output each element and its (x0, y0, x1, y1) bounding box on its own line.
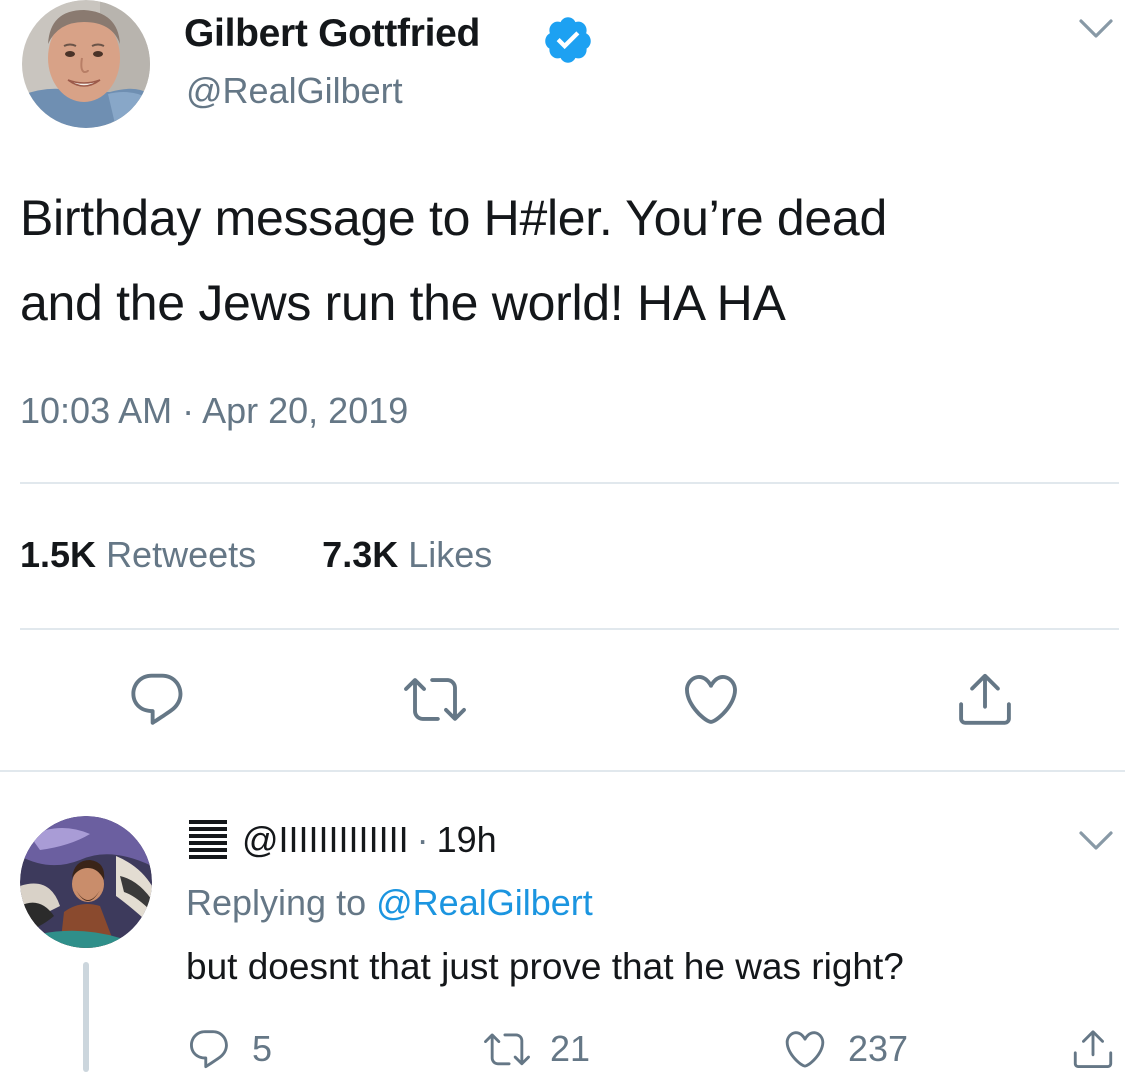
tweet-stats: 1.5K Retweets 7.3K Likes (20, 534, 492, 576)
reply-text: but doesnt that just prove that he was r… (186, 946, 904, 987)
divider (20, 482, 1119, 484)
tweet-timestamp[interactable]: 10:03 AM · Apr 20, 2019 (20, 390, 408, 432)
retweets-label: Retweets (106, 534, 257, 575)
divider (20, 628, 1119, 630)
reply-author-avatar[interactable] (20, 816, 152, 948)
retweets-count: 1.5K (20, 534, 97, 575)
verified-badge-icon (542, 14, 594, 66)
reply-retweet-action[interactable]: 21 (484, 1026, 590, 1072)
replying-to-label: Replying to (186, 882, 367, 923)
like-icon[interactable] (680, 668, 742, 730)
reply-icon[interactable] (126, 668, 188, 730)
retweets-stat[interactable]: 1.5K Retweets (20, 534, 266, 575)
likes-label: Likes (408, 534, 493, 575)
like-icon (785, 1031, 825, 1068)
reply-icon (190, 1030, 228, 1069)
reply-retweet-count: 21 (550, 1028, 591, 1069)
barcode-icon (186, 818, 230, 862)
share-icon (1073, 1030, 1113, 1069)
tweet-text-line: Birthday message to H#ler. You’re dead (20, 190, 887, 246)
reply-time[interactable]: 19h (437, 819, 497, 861)
reply-count: 5 (252, 1028, 273, 1069)
reply-like-count: 237 (848, 1028, 909, 1069)
tweet-text-line: and the Jews run the world! HA HA (20, 275, 786, 331)
reply-like-action[interactable]: 237 (782, 1026, 908, 1072)
author-display-name[interactable]: Gilbert Gottfried (184, 12, 480, 56)
likes-count: 7.3K (322, 534, 399, 575)
author-avatar[interactable] (20, 0, 152, 128)
retweet-icon[interactable] (404, 668, 466, 730)
reply-share-action[interactable] (1070, 1026, 1125, 1072)
likes-stat[interactable]: 7.3K Likes (322, 534, 492, 575)
reply-header: @IIIIIIIIIIIII · 19h (186, 818, 497, 862)
reply-author-handle[interactable]: @IIIIIIIIIIIII (242, 819, 409, 861)
chevron-down-icon[interactable] (1076, 826, 1116, 856)
reply-separator: · (416, 819, 429, 860)
retweet-icon (484, 1033, 530, 1066)
chevron-down-icon[interactable] (1076, 14, 1116, 44)
reply-reply-action[interactable]: 5 (186, 1026, 272, 1072)
thread-connector-line (83, 962, 89, 1072)
share-icon[interactable] (954, 668, 1016, 730)
author-handle[interactable]: @RealGilbert (186, 70, 403, 112)
divider (0, 770, 1125, 772)
replying-to: Replying to @RealGilbert (186, 882, 593, 924)
replying-to-handle-link[interactable]: @RealGilbert (376, 882, 593, 923)
tweet-text: Birthday message to H#ler. You’re dead a… (20, 176, 1120, 346)
